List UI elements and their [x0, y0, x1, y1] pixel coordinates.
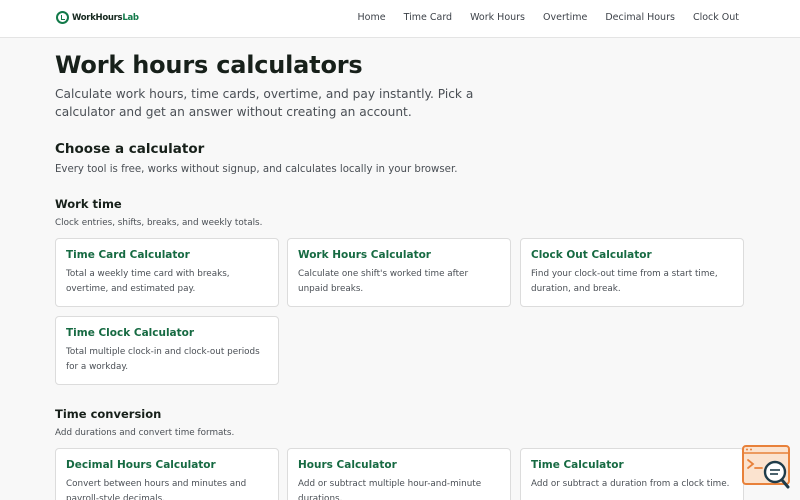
card-title: Time Clock Calculator [66, 327, 195, 339]
nav-link-time-card[interactable]: Time Card [404, 12, 453, 23]
group-description-time-conversion: Add durations and convert time formats. [55, 428, 235, 438]
nav-link-work-hours[interactable]: Work Hours [470, 12, 525, 23]
card-title: Hours Calculator [298, 459, 397, 471]
card-description: Total multiple clock-in and clock-out pe… [66, 347, 260, 372]
card-title: Time Calculator [531, 459, 624, 471]
card-title: Work Hours Calculator [298, 249, 431, 261]
nav-link-decimal-hours[interactable]: Decimal Hours [605, 12, 675, 23]
card-title: Time Card Calculator [66, 249, 190, 261]
card-decimal-hours-calculator[interactable]: Decimal Hours Calculator Convert between… [55, 448, 279, 500]
group-title-time-conversion: Time conversion [55, 407, 162, 421]
card-hours-calculator[interactable]: Hours Calculator Add or subtract multipl… [287, 448, 511, 500]
card-time-clock-calculator[interactable]: Time Clock Calculator Total multiple clo… [55, 316, 279, 385]
group-title-work-time: Work time [55, 197, 122, 211]
brand-name: WorkHoursLab [72, 12, 139, 23]
card-description: Add or subtract multiple hour-and-minute… [298, 479, 482, 500]
card-title: Clock Out Calculator [531, 249, 652, 261]
page-title: Work hours calculators [55, 51, 363, 79]
card-clock-out-calculator[interactable]: Clock Out Calculator Find your clock-out… [520, 238, 744, 307]
group-description-work-time: Clock entries, shifts, breaks, and weekl… [55, 218, 263, 228]
card-time-calculator[interactable]: Time Calculator Add or subtract a durati… [520, 448, 744, 500]
page-lead: Calculate work hours, time cards, overti… [55, 87, 474, 119]
nav-link-clock-out[interactable]: Clock Out [693, 12, 739, 23]
card-title: Decimal Hours Calculator [66, 459, 216, 471]
card-time-card-calculator[interactable]: Time Card Calculator Total a weekly time… [55, 238, 279, 307]
card-description: Calculate one shift's worked time after … [298, 269, 469, 294]
chat-widget-button[interactable] [742, 445, 790, 491]
site-logo[interactable]: WorkHoursLab [56, 11, 139, 24]
card-description: Find your clock-out time from a start ti… [531, 269, 718, 294]
card-description: Add or subtract a duration from a clock … [531, 479, 730, 489]
chat-search-icon [742, 445, 790, 489]
clock-check-icon [56, 11, 69, 24]
nav-link-home[interactable]: Home [358, 12, 386, 23]
top-navigation-bar: WorkHoursLab Home Time Card Work Hours O… [0, 0, 800, 38]
card-description: Total a weekly time card with breaks, ov… [66, 269, 230, 294]
card-description: Convert between hours and minutes and pa… [66, 479, 247, 500]
section-subtitle: Every tool is free, works without signup… [55, 164, 458, 175]
nav-link-overtime[interactable]: Overtime [543, 12, 587, 23]
section-title: Choose a calculator [55, 141, 205, 157]
main-nav: Home Time Card Work Hours Overtime Decim… [358, 12, 739, 23]
card-work-hours-calculator[interactable]: Work Hours Calculator Calculate one shif… [287, 238, 511, 307]
